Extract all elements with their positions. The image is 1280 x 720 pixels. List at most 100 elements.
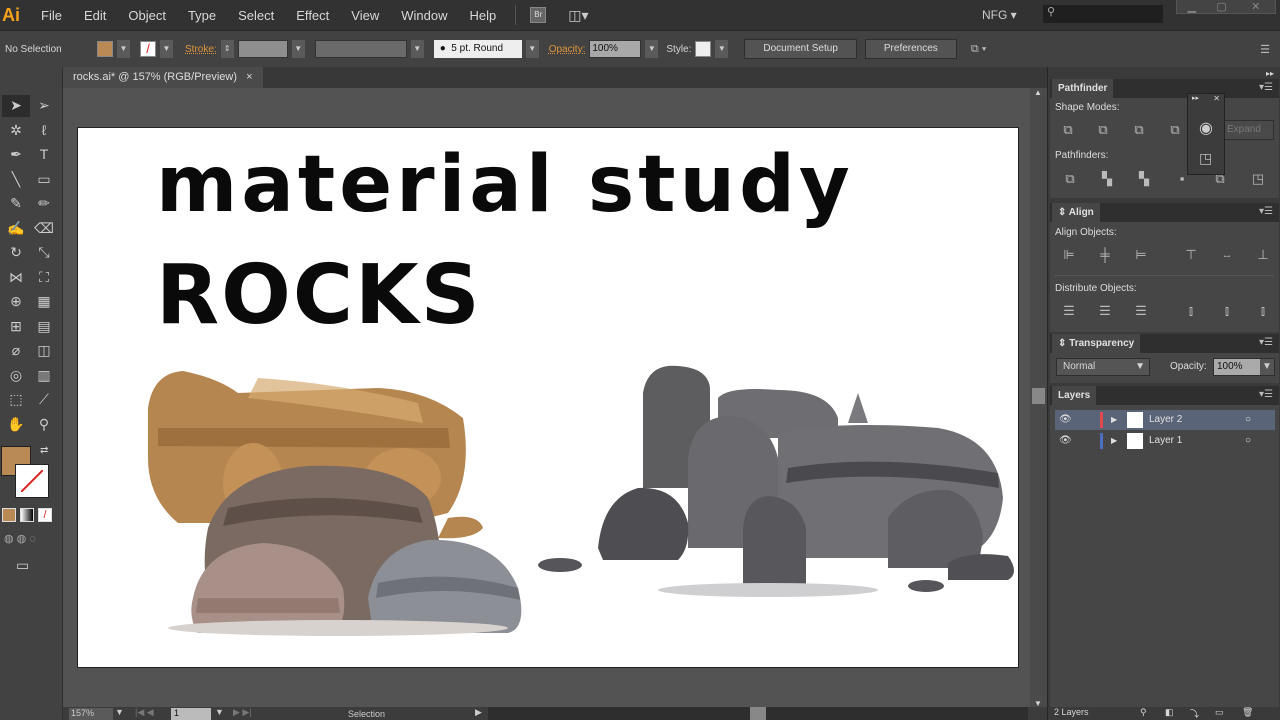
align-tab[interactable]: ⇕ Align — [1052, 203, 1100, 222]
mini-panel-expand-icon[interactable]: ▸▸ — [1192, 94, 1199, 102]
menu-select[interactable]: Select — [227, 8, 285, 23]
pathfinder-menu-icon[interactable]: ▾☰ — [1259, 82, 1273, 93]
brush-definition[interactable]: ● 5 pt. Round — [433, 40, 522, 58]
direct-selection-tool-icon[interactable]: ➢ — [30, 95, 58, 117]
artboard-tool-icon[interactable]: ⬚ — [2, 389, 30, 411]
type-tool-icon[interactable]: T — [30, 144, 58, 166]
close-window-button[interactable]: ✕ — [1236, 0, 1275, 13]
transparency-opacity-input[interactable]: 100% ▼ — [1213, 358, 1275, 376]
distribute-top-icon[interactable]: ☰ — [1059, 303, 1079, 319]
rectangle-tool-icon[interactable]: ▭ — [30, 169, 58, 191]
blend-mode-select[interactable]: Normal ▼ — [1056, 358, 1150, 376]
divide-icon[interactable]: ⧉ — [1060, 171, 1080, 187]
intersect-icon[interactable]: ⧉ — [1129, 122, 1149, 138]
artboard[interactable]: material study ROCKS — [77, 127, 1019, 668]
stroke-dropdown[interactable]: ▼ — [160, 40, 173, 58]
pencil-tool-icon[interactable]: ✏ — [30, 193, 58, 215]
blend-tool-icon[interactable]: ◫ — [30, 340, 58, 362]
visibility-eye-icon[interactable]: 👁 — [1059, 431, 1072, 451]
width-tool-icon[interactable]: ⋈ — [2, 267, 30, 289]
stroke-weight-stepper[interactable]: ⇕ — [220, 40, 234, 58]
style-swatch[interactable] — [695, 41, 712, 57]
menu-effect[interactable]: Effect — [285, 8, 340, 23]
expand-layer-icon[interactable]: ▶ — [1111, 410, 1117, 430]
hand-tool-icon[interactable]: ✋ — [2, 414, 30, 436]
workspace-switcher[interactable]: NFG ▾ — [982, 8, 1017, 22]
eyedropper-tool-icon[interactable]: ⌀ — [2, 340, 30, 362]
zoom-level-input[interactable]: 157% — [69, 708, 113, 720]
menu-object[interactable]: Object — [117, 8, 177, 23]
status-menu-icon[interactable]: ▶ — [475, 707, 482, 718]
fill-dropdown[interactable]: ▼ — [117, 40, 130, 58]
zoom-tool-icon[interactable]: ⚲ — [30, 414, 58, 436]
layer-row[interactable]: 👁 ▶ Layer 2 ○ — [1055, 410, 1275, 430]
stroke-weight-input[interactable] — [237, 40, 288, 58]
scroll-thumb[interactable] — [1032, 388, 1045, 404]
align-horizontal-center-icon[interactable]: ╪ — [1095, 247, 1115, 262]
exclude-icon[interactable]: ⧉ — [1165, 122, 1185, 138]
paintbrush-tool-icon[interactable]: ✎ — [2, 193, 30, 215]
layers-menu-icon[interactable]: ▾☰ — [1259, 389, 1273, 400]
transparency-menu-icon[interactable]: ▾☰ — [1259, 337, 1273, 348]
gradient-tool-icon[interactable]: ▤ — [30, 316, 58, 338]
distribute-vertical-center-icon[interactable]: ☰ — [1095, 303, 1115, 319]
mini-panel-close-icon[interactable]: ✕ — [1213, 94, 1220, 103]
trim-icon[interactable]: ▚ — [1097, 171, 1117, 187]
fill-swatch[interactable] — [97, 41, 113, 57]
layer-name[interactable]: Layer 1 — [1149, 431, 1182, 451]
brush-dropdown[interactable]: ▼ — [525, 40, 539, 58]
color-button[interactable] — [2, 508, 16, 522]
make-clipping-mask-icon[interactable]: ◧ — [1165, 707, 1174, 718]
maximize-button[interactable]: ▢ — [1207, 0, 1237, 13]
minimize-button[interactable]: ▁ — [1177, 0, 1207, 13]
distribute-right-icon[interactable]: ⫾ — [1253, 303, 1273, 319]
distribute-bottom-icon[interactable]: ☰ — [1131, 303, 1151, 319]
pathfinder-tab[interactable]: Pathfinder — [1052, 79, 1114, 98]
variable-width-profile[interactable] — [314, 40, 407, 58]
align-menu-icon[interactable]: ▾☰ — [1259, 206, 1273, 217]
menu-edit[interactable]: Edit — [73, 8, 117, 23]
horizontal-scrollbar[interactable] — [488, 707, 1028, 720]
menu-window[interactable]: Window — [390, 8, 458, 23]
menu-type[interactable]: Type — [177, 8, 227, 23]
profile-dropdown[interactable]: ▼ — [410, 40, 424, 58]
stroke-weight-dropdown[interactable]: ▼ — [291, 40, 305, 58]
pen-tool-icon[interactable]: ✒ — [2, 144, 30, 166]
collapse-dock-icon[interactable]: ▸▸ — [1266, 69, 1274, 78]
stroke-label[interactable]: Stroke: — [185, 44, 217, 55]
style-dropdown[interactable]: ▼ — [715, 40, 729, 58]
shape-builder-tool-icon[interactable]: ⊕ — [2, 291, 30, 313]
gradient-button[interactable] — [20, 508, 34, 522]
arrange-documents-icon[interactable]: ◫▾ — [568, 7, 588, 24]
align-left-icon[interactable]: ⊫ — [1059, 247, 1079, 263]
opacity-input[interactable]: 100% — [589, 40, 642, 58]
screen-mode-icon[interactable]: ▭ — [16, 557, 29, 574]
distribute-horizontal-center-icon[interactable]: ⫾ — [1217, 303, 1237, 319]
none-button[interactable]: / — [38, 508, 52, 522]
search-input[interactable]: ⚲ — [1043, 5, 1163, 23]
delete-layer-icon[interactable]: 🗑 — [1242, 707, 1253, 718]
shape-mode-round-icon[interactable]: ◉ — [1199, 118, 1213, 138]
artboard-dropdown[interactable]: ▼ — [215, 707, 224, 717]
line-tool-icon[interactable]: ╲ — [2, 169, 30, 191]
new-layer-icon[interactable]: ▭ — [1215, 707, 1224, 718]
preferences-button[interactable]: Preferences — [864, 39, 957, 59]
layer-name[interactable]: Layer 2 — [1149, 410, 1182, 430]
align-vertical-center-icon[interactable]: ⧿ — [1217, 247, 1237, 263]
visibility-eye-icon[interactable]: 👁 — [1059, 410, 1072, 430]
bridge-button[interactable]: Br — [530, 7, 547, 23]
layers-tab[interactable]: Layers — [1052, 386, 1097, 405]
shape-mode-square-icon[interactable]: ◳ — [1199, 150, 1212, 167]
mesh-tool-icon[interactable]: ⊞ — [2, 316, 30, 338]
document-setup-button[interactable]: Document Setup — [744, 39, 857, 59]
swap-colors-icon[interactable]: ⇄ — [40, 445, 48, 456]
perspective-grid-tool-icon[interactable]: ▦ — [30, 291, 58, 313]
distribute-left-icon[interactable]: ⫾ — [1181, 303, 1201, 319]
scroll-up-icon[interactable]: ▲ — [1034, 88, 1042, 97]
menu-view[interactable]: View — [340, 8, 390, 23]
document-tab[interactable]: rocks.ai* @ 157% (RGB/Preview) × — [63, 67, 263, 88]
opacity-label[interactable]: Opacity: — [549, 44, 586, 55]
blob-brush-tool-icon[interactable]: ✍ — [2, 218, 30, 240]
selection-tool-icon[interactable]: ➤ — [2, 95, 30, 117]
horizontal-scroll-thumb[interactable] — [750, 707, 766, 720]
